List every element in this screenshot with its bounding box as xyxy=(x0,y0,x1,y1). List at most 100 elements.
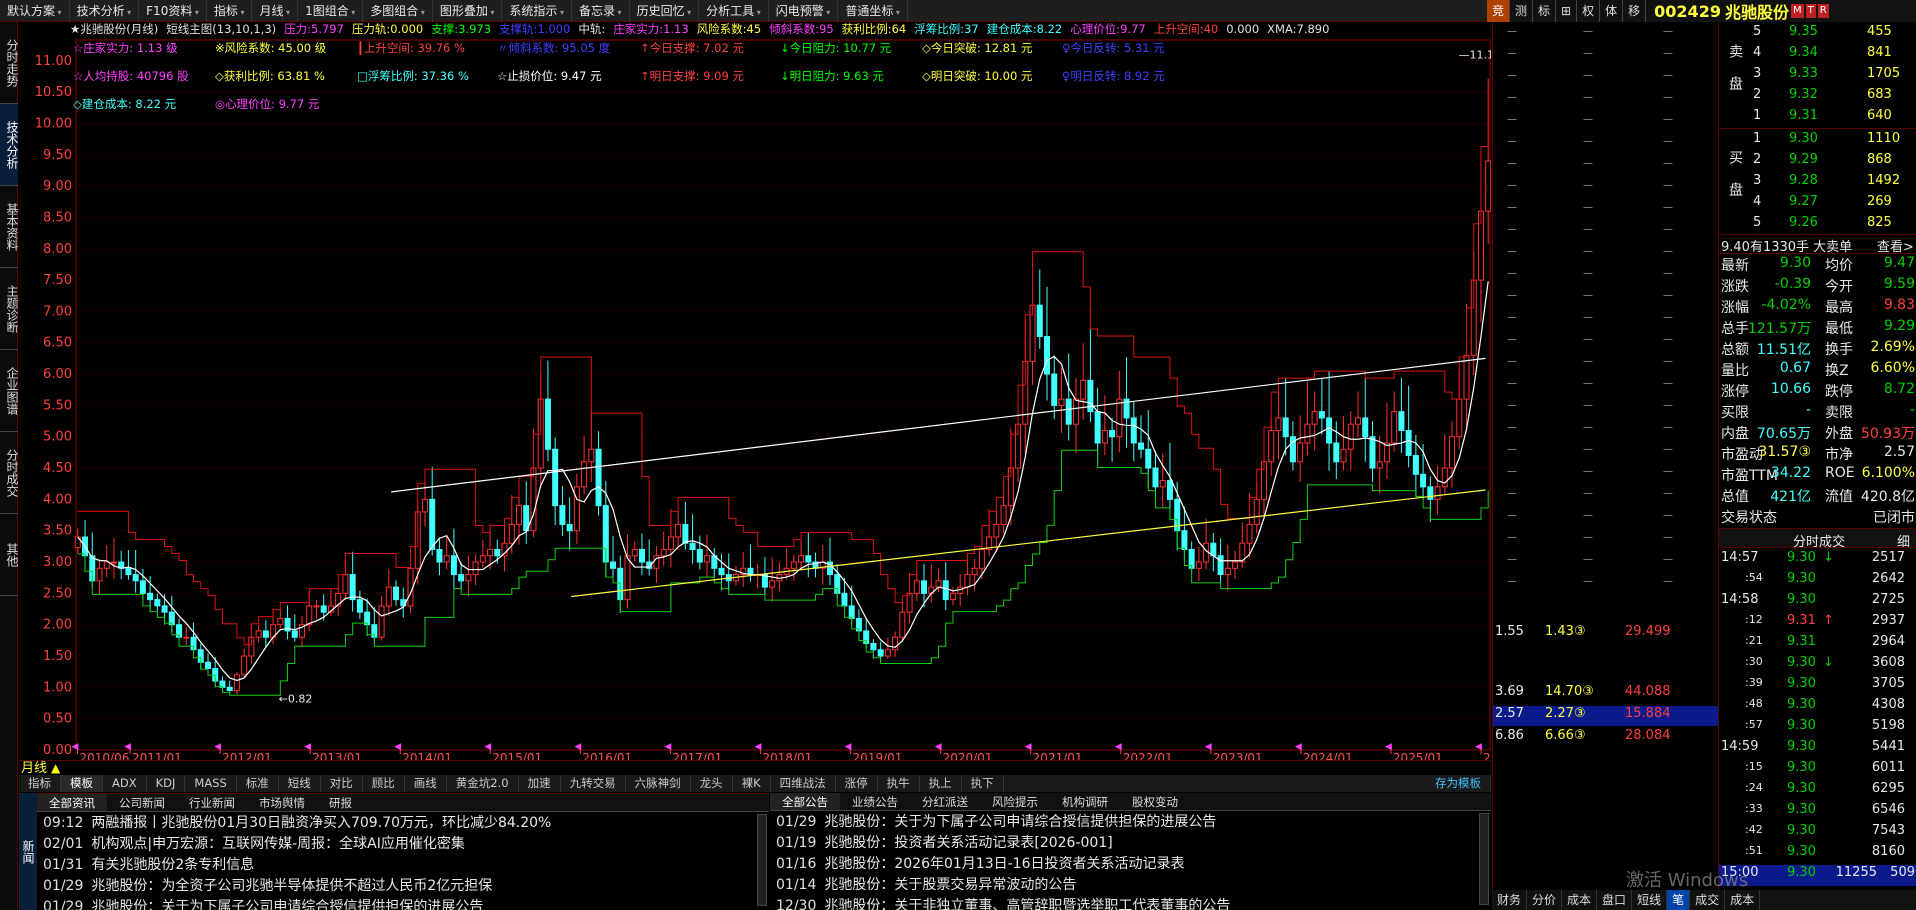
ticks-title[interactable]: 分时成交 xyxy=(1793,531,1845,550)
indicator-tab[interactable]: 指标 xyxy=(19,775,61,792)
news-item[interactable]: 01/31 有关兆驰股份2条专利信息 xyxy=(37,855,769,876)
book-level[interactable]: 5 9.26 825 xyxy=(1719,215,1916,235)
bottom-tab[interactable]: 成本 xyxy=(1725,890,1761,910)
indicator-tab[interactable]: KDJ xyxy=(147,775,186,792)
left-tab[interactable]: 其他 xyxy=(0,514,18,596)
menu-item[interactable]: 普通坐标 xyxy=(838,0,908,22)
news-side-tab[interactable]: 新闻 xyxy=(19,793,37,910)
left-tab[interactable]: 企业图谱 xyxy=(0,350,18,432)
bottom-tab[interactable]: 成本 xyxy=(1562,890,1598,910)
indicator-tab[interactable]: ADX xyxy=(103,775,147,792)
book-level[interactable]: 1 9.30 1110 xyxy=(1719,131,1916,151)
news-item[interactable]: 01/29 兆驰股份：关于为下属子公司申请综合授信提供担保的进展公告 xyxy=(37,897,769,910)
quote-toolbar-button[interactable]: ⊞ xyxy=(1556,0,1578,22)
indicator-tab[interactable]: 短线 xyxy=(279,775,321,792)
menu-item[interactable]: F10资料 xyxy=(139,0,207,22)
indicator-tab[interactable]: 画线 xyxy=(405,775,447,792)
news-item[interactable]: 01/16 兆驰股份：2026年01月13日-16日投资者关系活动记录表 xyxy=(770,854,1491,875)
news-item[interactable]: 01/29 兆驰股份：为全资子公司兆驰半导体提供不超过人民币2亿元担保 xyxy=(37,876,769,897)
stock-badge[interactable]: R xyxy=(1817,4,1829,18)
news-item[interactable]: 02/01 机构观点|申万宏源：互联网传媒-周报：全球AI应用催化密集 xyxy=(37,834,769,855)
menu-item[interactable]: 系统指示 xyxy=(502,0,572,22)
news-item[interactable]: 12/30 兆驰股份：关于非独立董事、高管辞职暨选举职工代表董事的公告 xyxy=(770,896,1491,910)
indicator-tab[interactable]: 模板 xyxy=(61,775,103,792)
news-item[interactable]: 01/19 兆驰股份：投资者关系活动记录表[2026-001] xyxy=(770,833,1491,854)
book-level[interactable]: 2 9.29 868 xyxy=(1719,152,1916,172)
indicator-tab[interactable]: 龙头 xyxy=(691,775,733,792)
bottom-tab[interactable]: 短线 xyxy=(1632,890,1668,910)
quote-toolbar-button[interactable]: 竞 xyxy=(1487,0,1511,22)
bottom-tab[interactable]: 成交 xyxy=(1690,890,1726,910)
left-tab[interactable]: 基本资料 xyxy=(0,186,18,268)
indicator-tab[interactable]: 执上 xyxy=(920,775,962,792)
news-item[interactable]: 01/29 兆驰股份：关于为下属子公司申请综合授信提供担保的进展公告 xyxy=(770,812,1491,833)
quote-toolbar-button[interactable]: 体 xyxy=(1600,0,1624,22)
indicator-tab[interactable]: 九转交易 xyxy=(561,775,626,792)
left-tab[interactable]: 分时成交 xyxy=(0,432,18,514)
indicator-tab[interactable]: 加速 xyxy=(519,775,561,792)
book-level[interactable]: 2 9.32 683 xyxy=(1719,87,1916,107)
news-tab[interactable]: 研报 xyxy=(317,794,364,811)
quote-toolbar-button[interactable]: 移 xyxy=(1623,0,1647,22)
bottom-tab[interactable]: 笔 xyxy=(1667,890,1691,910)
news-tab[interactable]: 股权变动 xyxy=(1120,793,1190,810)
news-tab[interactable]: 业绩公告 xyxy=(840,793,910,810)
indicator-tab[interactable]: 执牛 xyxy=(878,775,920,792)
book-level[interactable]: 1 9.31 640 xyxy=(1719,108,1916,128)
left-tab[interactable]: 主题诊断 xyxy=(0,268,18,350)
menu-item[interactable]: 备忘录 xyxy=(572,0,630,22)
indicator-tab[interactable]: 顾比 xyxy=(363,775,405,792)
price-chart[interactable]: 0.00 0.50 1.00 1.50 2.00 2.50 3.00 3.50 4.00 4.50… xyxy=(19,22,1491,760)
book-level[interactable]: 3 9.28 1492 xyxy=(1719,173,1916,193)
book-level[interactable]: 4 9.34 841 xyxy=(1719,45,1916,65)
indicator-tab[interactable]: 存为模板 xyxy=(1426,775,1491,792)
news-tab[interactable]: 市场舆情 xyxy=(247,794,317,811)
news-tab[interactable]: 分红派送 xyxy=(910,793,980,810)
mid-row[interactable]: 3.69 14.70③ 44.088 xyxy=(1493,684,1718,704)
book-level[interactable]: 5 9.35 455 xyxy=(1719,24,1916,44)
big-order-link[interactable]: 查看> xyxy=(1877,236,1914,255)
indicator-tab[interactable]: MASS xyxy=(185,775,237,792)
menu-item[interactable]: 图形叠加 xyxy=(433,0,503,22)
book-level[interactable]: 3 9.33 1705 xyxy=(1719,66,1916,86)
stock-badge[interactable]: T xyxy=(1805,4,1816,18)
left-tab[interactable]: 分时走势 xyxy=(0,22,18,104)
news-tab[interactable]: 机构调研 xyxy=(1050,793,1120,810)
news-tab[interactable]: 全部资讯 xyxy=(37,794,107,811)
menu-item[interactable]: 闪电预警 xyxy=(769,0,839,22)
bottom-tab[interactable]: 财务 xyxy=(1492,890,1528,910)
news-tab[interactable]: 公司新闻 xyxy=(107,794,177,811)
news-item[interactable]: 01/14 兆驰股份：关于股票交易异常波动的公告 xyxy=(770,875,1491,896)
menu-item[interactable]: 指标 xyxy=(207,0,253,22)
menu-item[interactable]: 历史回忆 xyxy=(630,0,700,22)
bottom-tab[interactable]: 分价 xyxy=(1527,890,1563,910)
indicator-tab[interactable]: 执下 xyxy=(962,775,1004,792)
lower-channel-line[interactable] xyxy=(571,489,1486,598)
news-item[interactable]: 09:12 两融播报丨兆驰股份01月30日融资净买入709.70万元，环比减少84… xyxy=(37,813,769,834)
indicator-tab[interactable]: 对比 xyxy=(321,775,363,792)
mid-row[interactable]: 1.55 1.43③ 29.499 xyxy=(1493,624,1718,644)
quote-toolbar-button[interactable]: 标 xyxy=(1533,0,1557,22)
stock-badge[interactable]: M xyxy=(1790,4,1804,18)
news-tab[interactable]: 全部公告 xyxy=(770,793,840,810)
quote-toolbar-button[interactable]: 权 xyxy=(1577,0,1601,22)
menu-item[interactable]: 月线 xyxy=(252,0,299,22)
period-label[interactable]: 月线 xyxy=(21,761,47,776)
menu-item[interactable]: 1图组合 xyxy=(298,0,364,22)
news-tab[interactable]: 行业新闻 xyxy=(177,794,247,811)
indicator-tab[interactable]: 裸K xyxy=(733,775,771,792)
big-order-bar[interactable]: 9.40有1330手 大卖单 查看> xyxy=(1719,234,1916,255)
menu-item[interactable]: 多图组合 xyxy=(363,0,433,22)
menu-item[interactable]: 技术分析 xyxy=(70,0,140,22)
indicator-tab[interactable]: 六脉神剑 xyxy=(626,775,691,792)
news-scrollbar[interactable] xyxy=(757,814,767,906)
news-tab[interactable]: 风险提示 xyxy=(980,793,1050,810)
mid-row[interactable]: 6.86 6.66③ 28.084 xyxy=(1493,728,1718,748)
book-level[interactable]: 4 9.27 269 xyxy=(1719,194,1916,214)
announcement-scrollbar[interactable] xyxy=(1479,813,1489,905)
ticks-detail-button[interactable]: 细 xyxy=(1897,531,1910,550)
mid-row[interactable]: 2.57 2.27③ 15.884 xyxy=(1493,706,1718,726)
indicator-tab[interactable]: 四维战法 xyxy=(771,775,836,792)
left-tab[interactable]: 技术分析 xyxy=(0,104,18,186)
bottom-tab[interactable]: 盘口 xyxy=(1597,890,1633,910)
